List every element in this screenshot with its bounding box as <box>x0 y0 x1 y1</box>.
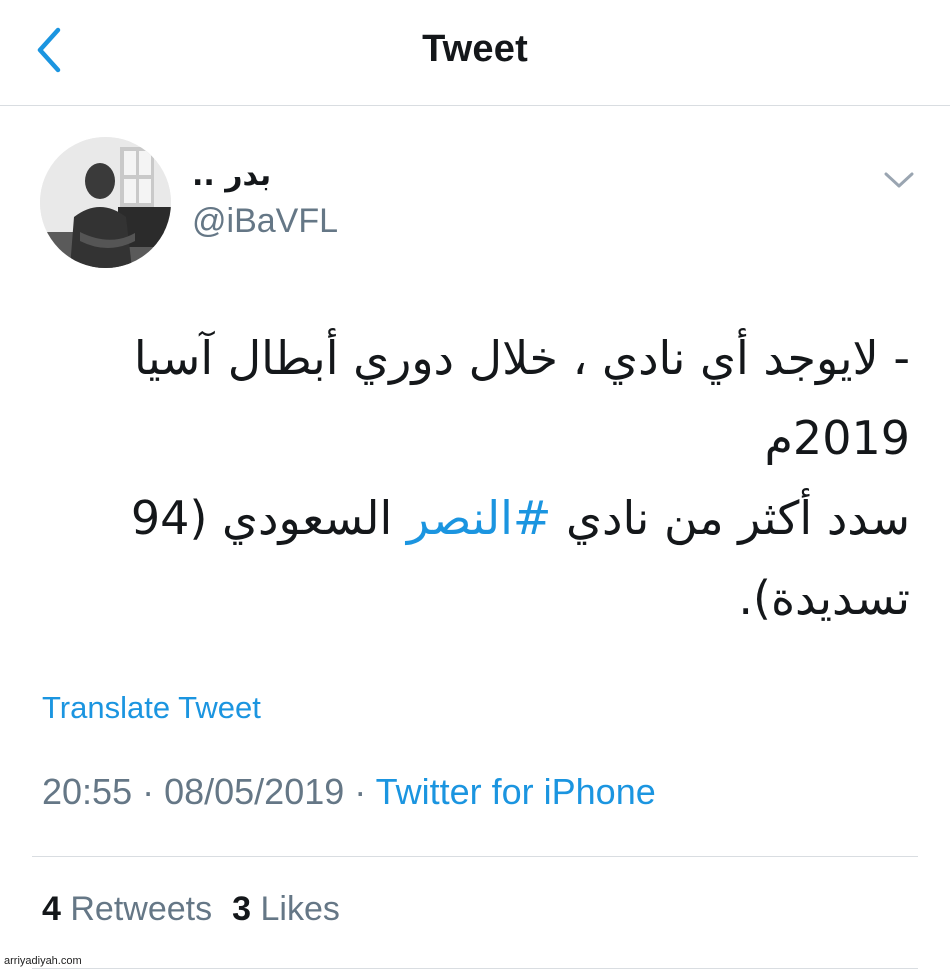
chevron-down-icon <box>884 172 914 188</box>
tweet-line-part: سدد أكثر من نادي <box>551 491 910 545</box>
hashtag-link[interactable]: #النصر <box>407 491 552 545</box>
avatar-photo <box>40 137 171 268</box>
tweet-stats: 4 Retweets 3 Likes <box>42 890 340 929</box>
likes-stat[interactable]: 3 Likes <box>232 890 340 928</box>
retweets-count: 4 <box>42 890 61 928</box>
top-bar: Tweet <box>0 0 950 106</box>
tweet-text: - لايوجد أي نادي ، خلال دوري أبطال آسيا … <box>70 318 910 638</box>
tweet-date: 08/05/2019 <box>164 771 345 812</box>
meta-separator: · <box>344 771 376 812</box>
likes-count: 3 <box>232 890 252 928</box>
tweet-line-part: السعودي (94 <box>130 491 407 545</box>
retweets-label: Retweets <box>70 890 213 928</box>
divider <box>32 856 918 857</box>
author-handle[interactable]: @iBaVFL <box>192 202 338 241</box>
tweet-line: تسديدة). <box>738 571 910 625</box>
divider <box>32 968 918 969</box>
author-display-name[interactable]: بدر .. <box>192 158 271 193</box>
tweet-source-link[interactable]: Twitter for iPhone <box>376 771 656 812</box>
tweet-line: 2019م <box>764 411 910 465</box>
page-title: Tweet <box>422 28 528 70</box>
tweet-line: سدد أكثر من نادي #النصر السعودي (94 <box>70 478 910 558</box>
translate-tweet-link[interactable]: Translate Tweet <box>42 690 261 726</box>
avatar[interactable] <box>40 137 171 268</box>
likes-label: Likes <box>260 890 340 928</box>
tweet-line: - لايوجد أي نادي ، خلال دوري أبطال آسيا <box>133 331 910 385</box>
tweet-menu-button[interactable] <box>880 165 918 195</box>
tweet-meta: 20:55 · 08/05/2019 · Twitter for iPhone <box>42 771 656 813</box>
retweets-stat[interactable]: 4 Retweets <box>42 890 212 928</box>
tweet-time: 20:55 <box>42 771 133 812</box>
watermark: arriyadiyah.com <box>4 955 82 967</box>
meta-separator: · <box>132 771 165 812</box>
